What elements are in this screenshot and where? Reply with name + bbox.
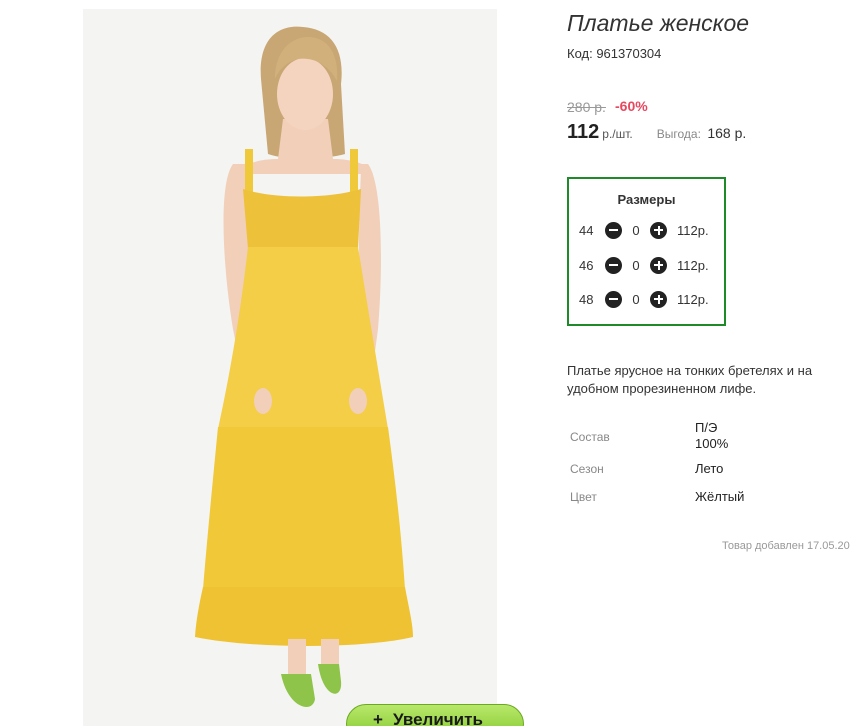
size-label: 44 [579,222,594,238]
zoom-button[interactable]: + Увеличить [346,704,524,726]
size-price: 112р. [677,222,709,238]
benefit-value: 168 р. [707,125,747,141]
size-row-46: 46 0 112р. [579,255,709,275]
sizes-title: Размеры [617,192,676,207]
product-page: + Увеличить Платье женское Код: 961370304… [0,0,865,726]
size-quantity: 0 [632,222,640,238]
property-value: Жёлтый [695,489,745,504]
plus-icon[interactable] [650,290,667,308]
property-value: П/Э [695,420,718,435]
size-label: 48 [579,291,594,307]
added-date: Товар добавлен 17.05.20 [722,540,850,552]
size-quantity: 0 [632,291,640,307]
price-unit: р./шт. [602,127,633,141]
product-photo[interactable] [83,9,497,726]
size-row-48: 48 0 112р. [579,289,709,309]
minus-icon[interactable] [605,221,622,239]
size-price: 112р. [677,291,709,307]
old-price: 280 р. [567,99,606,115]
model-in-yellow-dress-image [195,26,413,707]
current-price: 112 [567,121,600,143]
discount-badge: -60% [615,98,648,114]
minus-icon[interactable] [605,290,622,308]
property-label: Состав [570,430,610,444]
property-value: Лето [695,461,724,476]
property-value: 100% [695,436,729,451]
plus-icon[interactable] [650,256,667,274]
property-label: Цвет [570,490,597,504]
product-description: Платье ярусное на тонких бретелях и на у… [567,363,813,396]
benefit-label: Выгода: [656,127,701,141]
size-price: 112р. [677,257,709,273]
price-row: 112 р./шт. Выгода: 168 р. [567,121,746,144]
zoom-button-label: Увеличить [392,710,483,726]
product-title: Платье женское [567,10,750,36]
minus-icon[interactable] [605,256,622,274]
size-quantity: 0 [632,257,640,273]
size-label: 46 [579,257,594,273]
product-code: Код: 961370304 [567,46,662,61]
plus-icon: + [373,710,383,726]
property-label: Сезон [570,462,604,476]
size-row-44: 44 0 112р. [579,220,709,240]
plus-icon[interactable] [650,221,667,239]
sizes-selector: Размеры 44 0 112р. 46 0 112р. 48 0 112р. [567,177,726,326]
